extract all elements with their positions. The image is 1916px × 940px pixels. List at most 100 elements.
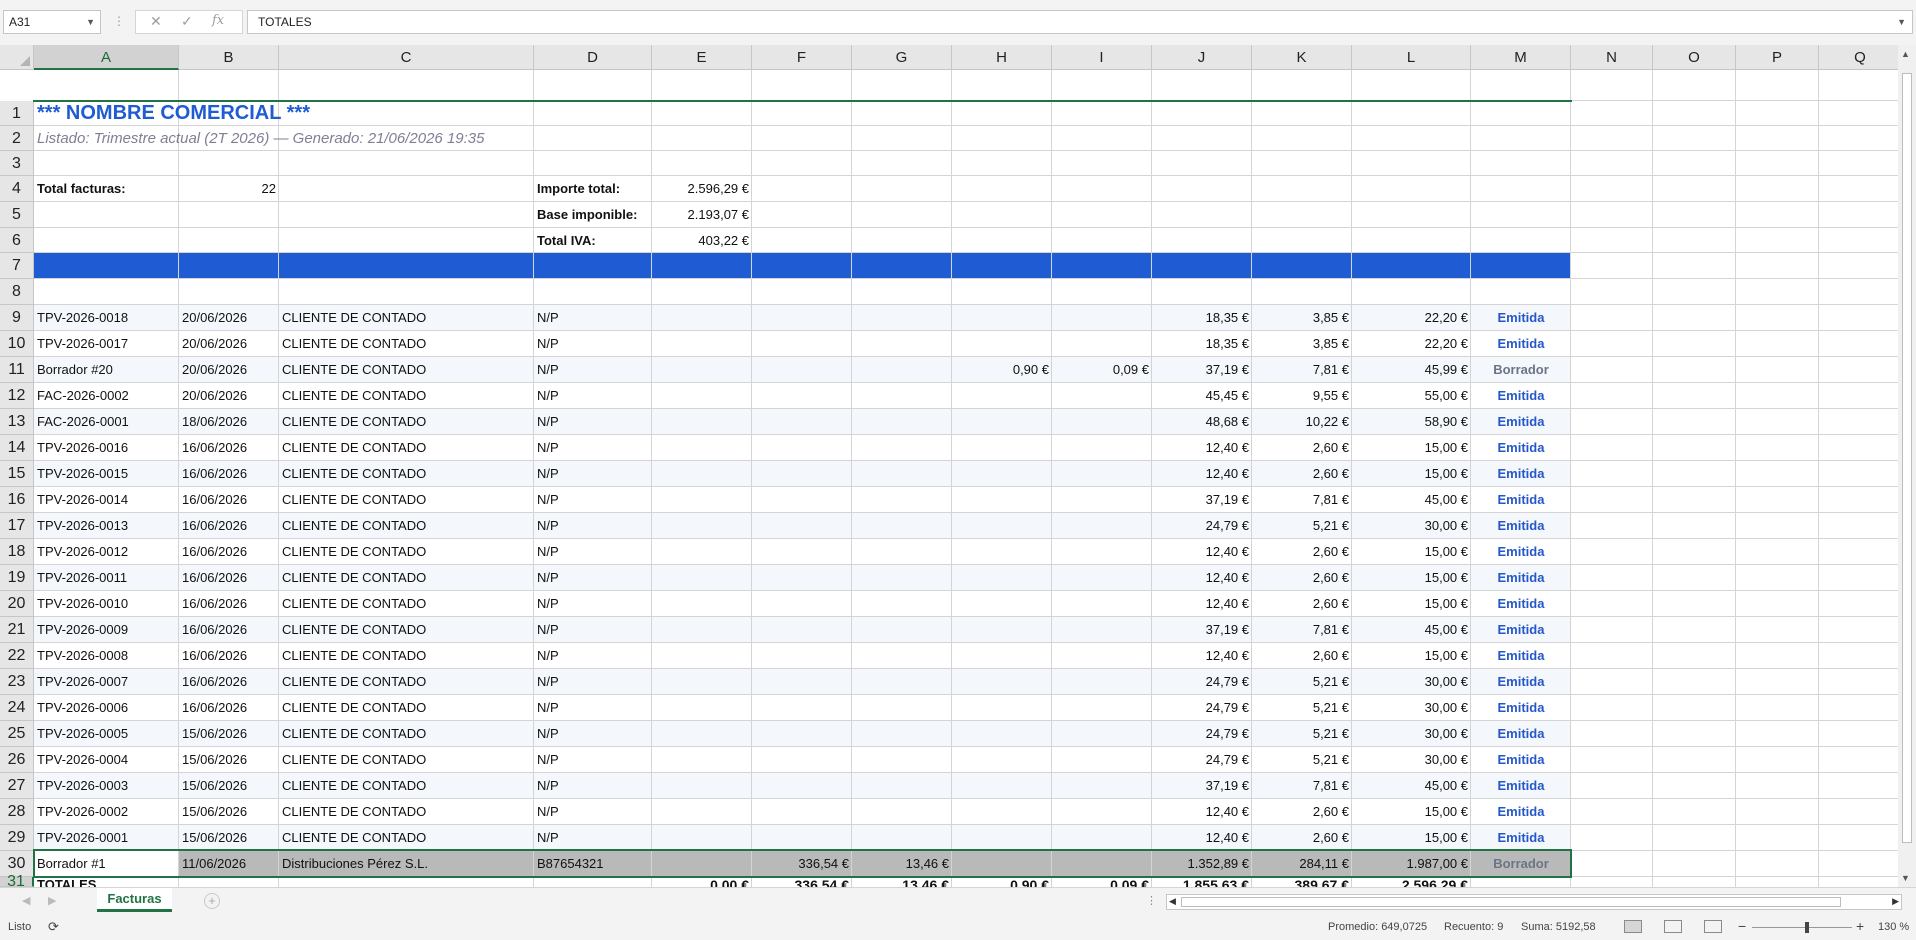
- status-badge[interactable]: Emitida: [1471, 487, 1571, 513]
- table-cell[interactable]: 16/06/2026: [179, 461, 279, 487]
- table-cell[interactable]: TPV-2026-0014: [34, 487, 179, 513]
- total-facturas-label[interactable]: Total facturas:: [34, 176, 179, 202]
- expand-formula-icon[interactable]: ▼: [1897, 11, 1906, 33]
- table-cell[interactable]: CLIENTE DE CONTADO: [279, 643, 534, 669]
- zoom-level[interactable]: 130 %: [1878, 921, 1909, 933]
- table-header-cell[interactable]: Cuota 21%: [1252, 279, 1352, 305]
- column-header-d[interactable]: D: [534, 45, 652, 70]
- row-header-11[interactable]: 11: [0, 357, 34, 383]
- table-cell[interactable]: N/P: [534, 461, 652, 487]
- base-imponible-label[interactable]: Base imponible:: [534, 202, 652, 228]
- row-header-27[interactable]: 27: [0, 773, 34, 799]
- row-header-24[interactable]: 24: [0, 695, 34, 721]
- table-cell[interactable]: TPV-2026-0004: [34, 747, 179, 773]
- column-header-i[interactable]: I: [1052, 45, 1152, 70]
- table-cell[interactable]: 16/06/2026: [179, 617, 279, 643]
- totals-cell[interactable]: 13,46 €: [852, 877, 952, 887]
- table-cell[interactable]: 16/06/2026: [179, 695, 279, 721]
- table-cell[interactable]: 20/06/2026: [179, 331, 279, 357]
- table-cell[interactable]: N/P: [534, 305, 652, 331]
- table-cell[interactable]: TPV-2026-0009: [34, 617, 179, 643]
- table-cell[interactable]: N/P: [534, 721, 652, 747]
- base-imponible-value[interactable]: 2.193,07 €: [652, 202, 752, 228]
- table-cell[interactable]: 16/06/2026: [179, 435, 279, 461]
- table-cell[interactable]: 12,40 €: [1152, 539, 1252, 565]
- table-cell[interactable]: 12,40 €: [1152, 591, 1252, 617]
- table-cell[interactable]: 15,00 €: [1352, 591, 1471, 617]
- table-cell[interactable]: 37,19 €: [1152, 487, 1252, 513]
- table-cell[interactable]: 18,35 €: [1152, 305, 1252, 331]
- table-cell[interactable]: 12,40 €: [1152, 435, 1252, 461]
- table-cell[interactable]: N/P: [534, 565, 652, 591]
- totals-cell[interactable]: 336,54 €: [752, 877, 852, 887]
- table-cell[interactable]: 45,00 €: [1352, 617, 1471, 643]
- page-layout-icon[interactable]: [1664, 920, 1682, 933]
- table-cell[interactable]: 12,40 €: [1152, 461, 1252, 487]
- table-cell[interactable]: 12,40 €: [1152, 643, 1252, 669]
- table-cell[interactable]: 30,00 €: [1352, 747, 1471, 773]
- table-cell[interactable]: 16/06/2026: [179, 487, 279, 513]
- row-header-26[interactable]: 26: [0, 747, 34, 773]
- column-header-m[interactable]: M: [1471, 45, 1571, 70]
- row-header-6[interactable]: 6: [0, 228, 34, 253]
- table-cell[interactable]: 5,21 €: [1252, 721, 1352, 747]
- importe-total-label[interactable]: Importe total:: [534, 176, 652, 202]
- table-header-cell[interactable]: Base 21%: [1152, 279, 1252, 305]
- table-cell[interactable]: 15/06/2026: [179, 721, 279, 747]
- tab-next-icon[interactable]: ▶: [48, 894, 56, 907]
- tab-prev-icon[interactable]: ◀: [22, 894, 30, 907]
- row-header-13[interactable]: 13: [0, 409, 34, 435]
- table-cell[interactable]: 5,21 €: [1252, 747, 1352, 773]
- normal-view-icon[interactable]: [1624, 920, 1642, 933]
- table-header-cell[interactable]: Cuota 10%: [1052, 279, 1152, 305]
- scroll-up-icon[interactable]: ▲: [1901, 49, 1910, 59]
- check-icon[interactable]: ✓: [181, 13, 193, 30]
- table-cell[interactable]: 15/06/2026: [179, 799, 279, 825]
- status-badge[interactable]: Emitida: [1471, 643, 1571, 669]
- table-cell[interactable]: TPV-2026-0006: [34, 695, 179, 721]
- table-cell[interactable]: TPV-2026-0007: [34, 669, 179, 695]
- table-cell[interactable]: N/P: [534, 799, 652, 825]
- table-cell[interactable]: CLIENTE DE CONTADO: [279, 513, 534, 539]
- table-cell[interactable]: N/P: [534, 643, 652, 669]
- row-header-17[interactable]: 17: [0, 513, 34, 539]
- table-cell[interactable]: TPV-2026-0013: [34, 513, 179, 539]
- cancel-icon[interactable]: ✕: [150, 13, 162, 30]
- table-cell[interactable]: 15/06/2026: [179, 773, 279, 799]
- column-header-o[interactable]: O: [1653, 45, 1736, 70]
- total-iva-label[interactable]: Total IVA:: [534, 228, 652, 253]
- table-cell[interactable]: 10,22 €: [1252, 409, 1352, 435]
- table-header-cell[interactable]: Base 4%: [752, 279, 852, 305]
- zoom-slider-thumb[interactable]: [1805, 922, 1809, 933]
- status-badge[interactable]: Emitida: [1471, 695, 1571, 721]
- table-cell[interactable]: 24,79 €: [1152, 721, 1252, 747]
- row-header-29[interactable]: 29: [0, 825, 34, 851]
- table-cell[interactable]: N/P: [534, 513, 652, 539]
- row-header-21[interactable]: 21: [0, 617, 34, 643]
- column-header-a[interactable]: A: [34, 45, 179, 70]
- status-badge[interactable]: Emitida: [1471, 825, 1571, 851]
- table-cell[interactable]: CLIENTE DE CONTADO: [279, 435, 534, 461]
- column-header-p[interactable]: P: [1736, 45, 1819, 70]
- scroll-right-icon[interactable]: ▶: [1892, 896, 1899, 907]
- zoom-in-icon[interactable]: +: [1856, 918, 1864, 934]
- table-cell[interactable]: 20/06/2026: [179, 383, 279, 409]
- table-cell[interactable]: N/P: [534, 669, 652, 695]
- table-cell[interactable]: 15,00 €: [1352, 461, 1471, 487]
- table-cell[interactable]: 5,21 €: [1252, 669, 1352, 695]
- table-header-cell[interactable]: Base 10%: [952, 279, 1052, 305]
- table-cell[interactable]: 2,60 €: [1252, 591, 1352, 617]
- table-cell[interactable]: CLIENTE DE CONTADO: [279, 695, 534, 721]
- column-header-e[interactable]: E: [652, 45, 752, 70]
- table-cell[interactable]: 22,20 €: [1352, 331, 1471, 357]
- table-cell[interactable]: N/P: [534, 825, 652, 851]
- table-cell[interactable]: 45,00 €: [1352, 487, 1471, 513]
- accessibility-icon[interactable]: ⟳: [48, 919, 59, 935]
- table-cell[interactable]: 18/06/2026: [179, 409, 279, 435]
- table-cell[interactable]: CLIENTE DE CONTADO: [279, 487, 534, 513]
- row-header-12[interactable]: 12: [0, 383, 34, 409]
- importe-total-value[interactable]: 2.596,29 €: [652, 176, 752, 202]
- scroll-down-icon[interactable]: ▼: [1901, 873, 1910, 883]
- table-cell[interactable]: 12,40 €: [1152, 565, 1252, 591]
- table-cell[interactable]: CLIENTE DE CONTADO: [279, 799, 534, 825]
